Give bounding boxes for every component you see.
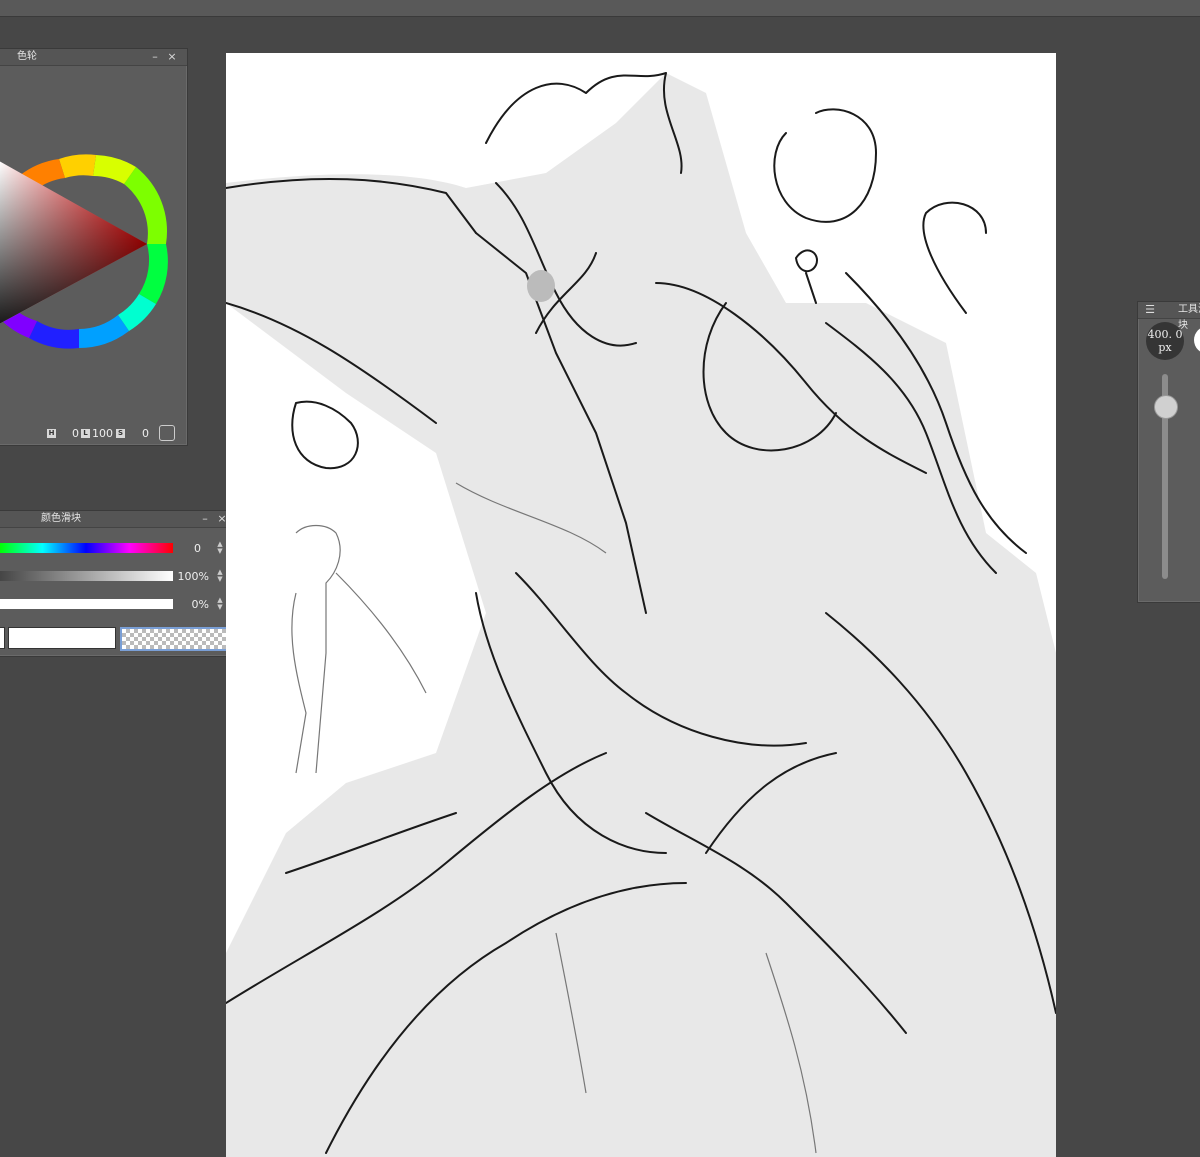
color-wheel[interactable] [0,66,187,421]
hue-stepper-icon[interactable]: ▲ ▼ [215,541,225,555]
swatch-left[interactable] [0,627,5,649]
color-slider-titlebar[interactable]: 颜色滑块 – × [0,511,236,528]
h-badge: H [47,429,56,438]
tool-slider-titlebar[interactable]: ☰ 工具滑块 [1138,302,1200,331]
color-wheel-panel: 色轮 – × H 0 L 100 S 0 [0,48,188,446]
opacity-stepper-icon[interactable]: ▲ ▼ [215,569,225,583]
drawing-canvas[interactable] [226,53,1056,1157]
sketch-artwork [226,72,1056,1157]
menu-icon[interactable]: ☰ [1144,302,1156,318]
third-slider[interactable] [0,599,173,609]
hue-value: 0 [194,542,201,555]
tool-slider-panel: ☰ 工具滑块 400. 0 px [1137,301,1200,603]
s-badge: S [116,429,125,438]
color-slider-title: 颜色滑块 [41,513,81,524]
hls-readout: H 0 L 100 S 0 [0,425,187,441]
l-badge: L [81,429,90,438]
mode-toggle-icon[interactable] [159,425,175,441]
color-slider-panel: 颜色滑块 – × 0 ▲ ▼ 100% ▲ ▼ 0% ▲ ▼ [0,510,237,657]
brush-size-unit: px [1158,341,1172,354]
size-slider-thumb[interactable] [1154,395,1178,419]
third-value: 0% [191,598,209,611]
transparent-swatch[interactable] [120,627,232,651]
opacity-value: 100% [177,570,209,583]
color-wheel-title: 色轮 [17,51,37,62]
opacity-slider[interactable] [0,571,173,581]
close-icon[interactable]: × [166,49,178,65]
white-swatch[interactable] [8,627,116,649]
color-wheel-titlebar[interactable]: 色轮 – × [0,49,187,66]
s-value: 0 [142,427,149,440]
hue-slider[interactable] [0,543,173,553]
sl-triangle[interactable] [0,161,147,324]
l-value: 100 [92,427,113,440]
brush-size-display[interactable]: 400. 0 px [1146,322,1184,360]
brush-size-value: 400. 0 [1147,328,1183,341]
minimize-icon[interactable]: – [199,511,211,527]
third-stepper-icon[interactable]: ▲ ▼ [215,597,225,611]
h-value: 0 [72,427,79,440]
top-toolbar [0,0,1200,17]
minimize-icon[interactable]: – [149,49,161,65]
